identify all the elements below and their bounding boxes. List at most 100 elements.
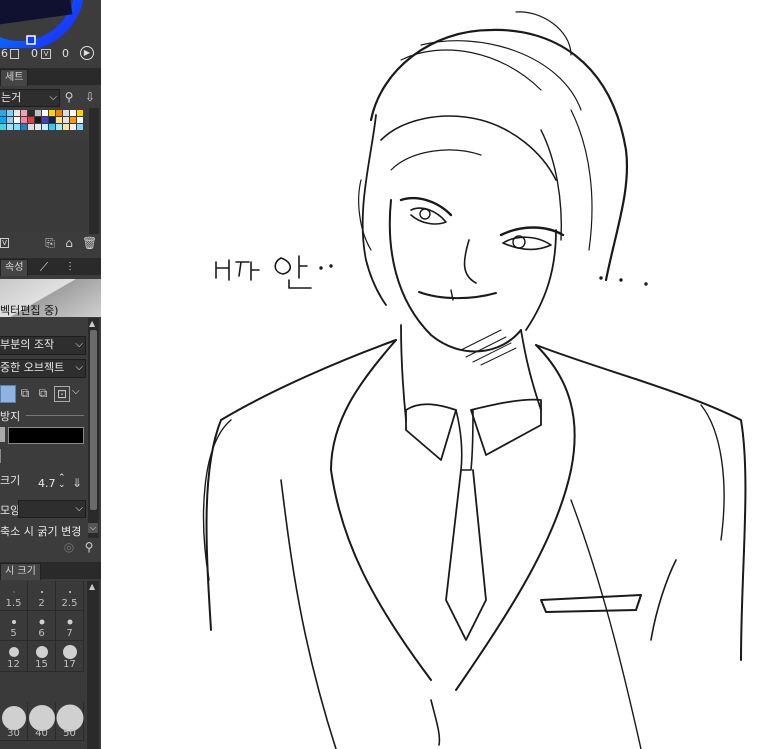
swatch[interactable] [42,110,48,116]
swatch[interactable] [35,110,41,116]
subtool-title: 벡터편집 중) [0,304,59,317]
swatch[interactable] [63,124,69,130]
scroll-up-icon[interactable]: ▲ [89,582,95,591]
swatch[interactable] [63,110,69,116]
swatch[interactable] [77,117,83,123]
swatch[interactable] [49,117,55,123]
color-set-scrollbar[interactable] [89,108,99,234]
brush-size-scrollbar[interactable]: ▲ [87,581,99,749]
list-icon [10,49,19,59]
color-row [0,426,84,444]
swatch[interactable] [28,110,34,116]
tab-tool-property[interactable]: 속성 [0,259,29,276]
brush-size-cell[interactable]: 12 [0,641,28,672]
link-icon[interactable]: ⊡ [54,386,70,402]
swatch[interactable] [0,124,6,130]
swatch[interactable] [49,110,55,116]
swatch[interactable] [14,117,20,123]
chevron-down-icon: ⌵ [49,92,57,103]
brush-size-value: 6 [38,628,45,639]
swatch[interactable] [7,110,13,116]
brush-size-cell[interactable]: 7 [56,611,84,641]
tab-brush-size[interactable]: 시 크기 [0,563,41,580]
wrench-icon[interactable]: ⟋ [37,260,51,274]
swatch[interactable] [56,117,62,123]
copy-layer-icon[interactable]: ⧉ [36,386,50,400]
brush-size-cell[interactable]: 15 [28,641,56,672]
brush-size-cell[interactable]: 5 [0,611,28,641]
settings-icon[interactable]: ⫶ [63,260,77,274]
trash-icon[interactable]: 🗑 [82,236,97,250]
stepper-icon[interactable]: ⌃ ⌄ [58,474,66,490]
play-circle-icon[interactable]: ▶ [80,46,94,60]
brush-size-cell[interactable]: 17 [56,641,84,672]
zoom-change-row: 축소 시 굵기 변경 ⌵ [0,523,101,538]
chevron-down-icon[interactable]: ⌵ [88,523,98,533]
brush-size-cell[interactable]: 40 [28,702,56,741]
swatch[interactable] [7,124,13,130]
import-icon[interactable]: ⇩ [83,90,97,104]
layer-ref-toggle[interactable] [0,385,16,403]
main-color-box[interactable] [8,427,84,444]
operation-dropdown[interactable]: 부분의 조작 ⌵ [0,336,86,355]
tool-property-tabbar: 속성 ⟋ ⫶ [0,258,101,276]
color-wheel[interactable] [0,0,101,48]
shape-dropdown[interactable]: ⌵ [18,500,86,518]
object-dropdown[interactable]: 중한 오브젝트 ⌵ [0,359,86,378]
swatch[interactable] [28,117,34,123]
swatch[interactable] [42,124,48,130]
swatch[interactable] [42,117,48,123]
swatch[interactable] [77,110,83,116]
swatch[interactable] [56,110,62,116]
scrollbar-thumb[interactable] [90,330,97,510]
swatch[interactable] [0,110,6,116]
fill-icon[interactable]: ⌂ [62,236,76,250]
brush-size-value[interactable]: 4.7 [38,477,56,490]
color-value-1: 6 [1,47,8,60]
brush-size-cell[interactable]: 2 [28,581,56,611]
swatch[interactable] [21,124,27,130]
left-panel: 6 0 V 0 ▶ 세트 는거 ⌵ ⚲ ⇩ V ⎘ ⌂ 🗑 속성 ⟋ ⫶ 벡터편… [0,0,101,749]
target-icon[interactable]: ◎ [62,540,76,554]
brush-size-cell[interactable]: 1.5 [0,581,28,611]
brush-size-cell[interactable]: 50 [56,702,84,741]
swatch[interactable] [21,110,27,116]
swatch[interactable] [0,117,6,123]
scroll-up-icon[interactable]: ▲ [89,319,95,328]
swatch[interactable] [77,124,83,130]
color-toggle[interactable] [0,427,5,442]
brush-size-value: 5 [10,628,17,639]
swatch[interactable] [56,124,62,130]
copy-layer-icon[interactable]: ⧉ [18,386,32,400]
swatch[interactable] [63,117,69,123]
swatch[interactable] [14,110,20,116]
search-icon[interactable]: ⚲ [62,90,76,104]
wrench-icon[interactable]: ⚲ [82,540,96,554]
brush-size-cell[interactable]: 6 [28,611,56,641]
color-set-footer: V ⎘ ⌂ 🗑 [0,236,101,252]
brush-size-cell[interactable]: 2.5 [56,581,84,611]
brush-size-value: 50 [63,728,76,739]
swatch[interactable] [70,124,76,130]
brush-size-value: 12 [7,659,20,670]
drawing-canvas[interactable] [101,0,758,749]
v-icon[interactable]: V [0,238,9,248]
new-layer-icon[interactable]: ⎘ [43,236,57,250]
download-icon[interactable]: ⇓ [70,476,84,490]
swatch[interactable] [49,124,55,130]
tab-color-set[interactable]: 세트 [0,69,29,86]
swatch[interactable] [35,124,41,130]
color-set-dropdown[interactable]: 는거 ⌵ [0,89,60,107]
color-wheel-ring[interactable] [0,0,101,48]
swatch[interactable] [28,124,34,130]
swatch[interactable] [14,124,20,130]
chevron-down-icon[interactable]: ⌵ [72,386,80,397]
swatch[interactable] [21,117,27,123]
swatch[interactable] [70,110,76,116]
swatch[interactable] [70,117,76,123]
brush-size-cell[interactable]: 30 [0,702,28,741]
brush-size-value: 2.5 [61,598,78,609]
swatch[interactable] [7,117,13,123]
tool-property-scrollbar[interactable]: ▲ [88,318,99,538]
swatch[interactable] [35,117,41,123]
